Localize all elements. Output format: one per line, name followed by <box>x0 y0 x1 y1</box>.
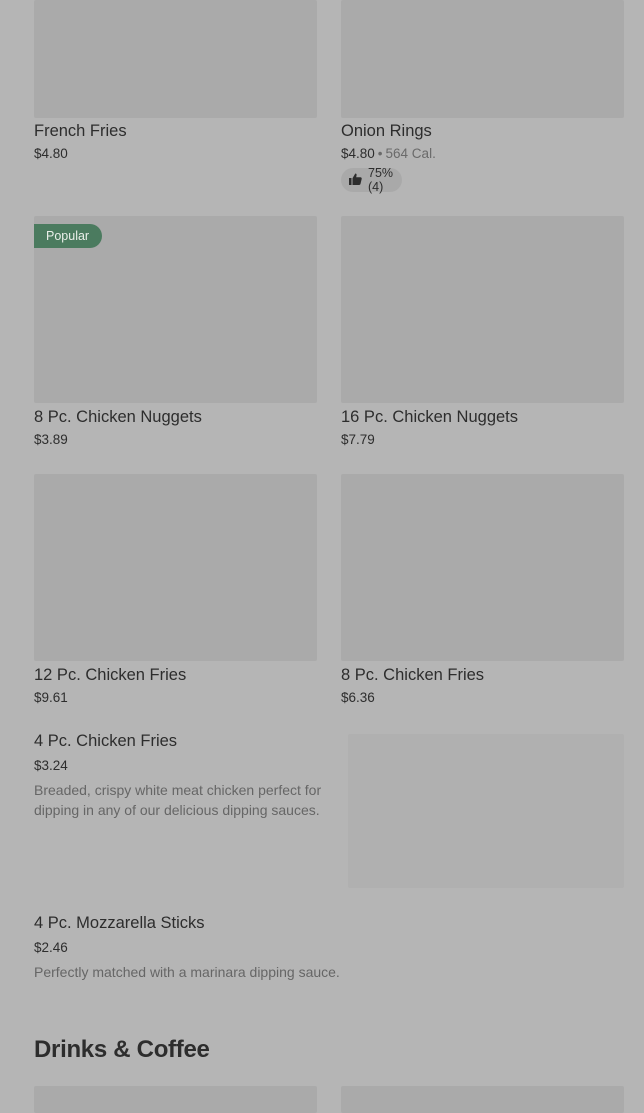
item-name: 12 Pc. Chicken Fries <box>34 666 187 684</box>
item-price: $4.80 <box>341 146 375 161</box>
popular-badge: Popular <box>34 224 102 248</box>
item-name: French Fries <box>34 122 127 140</box>
item-name: 8 Pc. Chicken Nuggets <box>34 408 202 426</box>
item-name: 8 Pc. Chicken Fries <box>341 666 485 684</box>
separator-dot: • <box>377 146 383 161</box>
item-price: $3.89 <box>34 432 68 447</box>
item-image[interactable] <box>341 474 624 661</box>
item-price: $7.79 <box>341 432 375 447</box>
item-description: Perfectly matched with a marinara dippin… <box>34 964 340 980</box>
item-price: $3.24 <box>34 758 68 773</box>
item-price: $4.80 <box>34 146 68 161</box>
item-name: 4 Pc. Chicken Fries <box>34 732 178 750</box>
item-name: 4 Pc. Mozzarella Sticks <box>34 914 205 932</box>
item-image[interactable] <box>34 474 317 661</box>
item-price: $2.46 <box>34 940 68 955</box>
item-image[interactable] <box>341 0 624 118</box>
rating-text: 75% (4) <box>368 166 394 194</box>
item-price: $6.36 <box>341 690 375 705</box>
item-image[interactable] <box>341 216 624 403</box>
item-image[interactable] <box>348 734 624 888</box>
item-image[interactable] <box>341 1086 624 1113</box>
item-name: Onion Rings <box>341 122 432 140</box>
rating-badge: 75% (4) <box>341 166 403 194</box>
item-image[interactable] <box>34 1086 317 1113</box>
item-price: $9.61 <box>34 690 68 705</box>
thumbs-up-icon <box>349 173 362 188</box>
section-title-drinks-coffee: Drinks & Coffee <box>34 1036 210 1063</box>
item-name: 16 Pc. Chicken Nuggets <box>341 408 519 426</box>
item-description: Breaded, crispy white meat chicken perfe… <box>34 782 322 818</box>
item-calories: 564 Cal. <box>385 146 436 161</box>
item-image[interactable] <box>34 0 317 118</box>
item-price-calories: $4.80 • 564 Cal. <box>341 146 436 161</box>
